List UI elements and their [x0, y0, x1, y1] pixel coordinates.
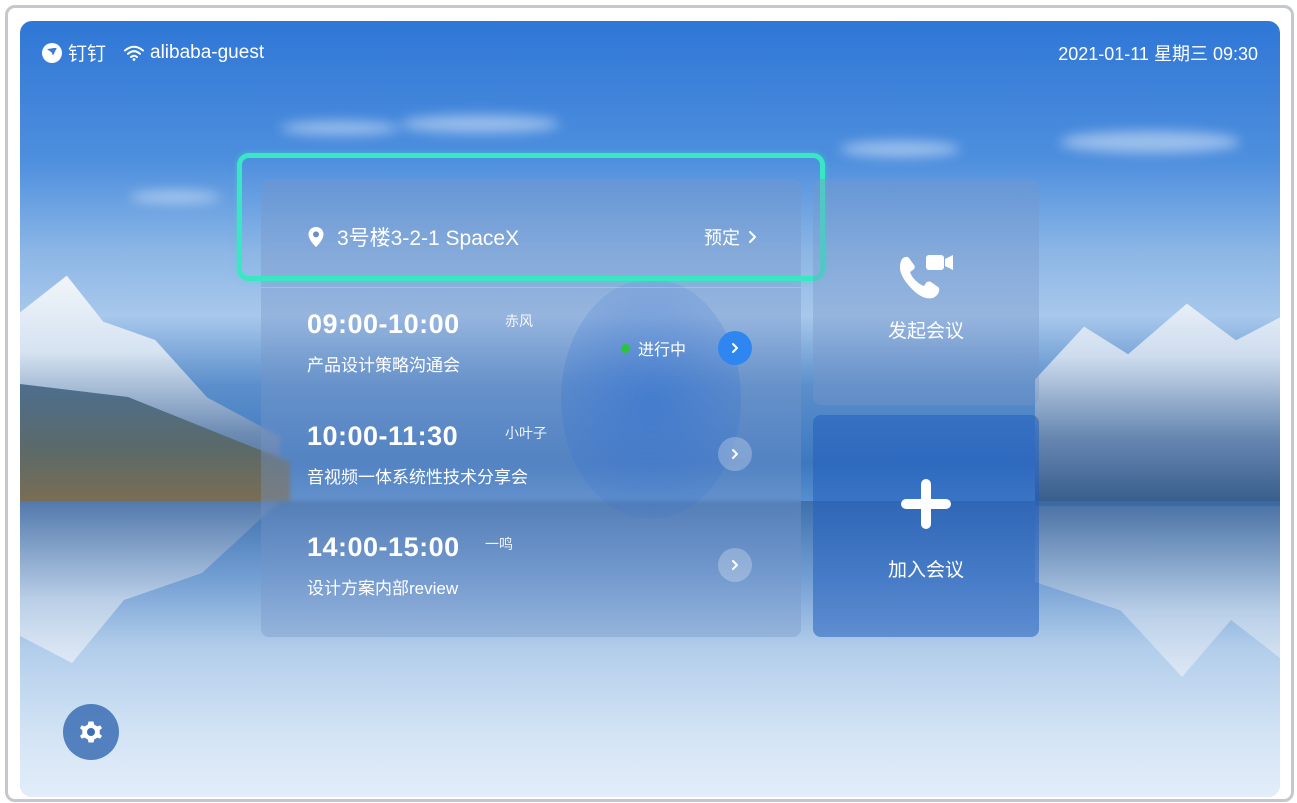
meeting-title: 设计方案内部review — [307, 579, 459, 598]
meeting-item[interactable]: 09:00-10:00 赤风 产品设计策略沟通会 进行中 — [261, 291, 801, 401]
meeting-host: 赤风 — [505, 313, 533, 329]
cloud — [1060, 131, 1240, 153]
settings-button[interactable] — [63, 704, 119, 760]
dingtalk-logo-icon — [42, 42, 62, 63]
enter-meeting-button[interactable] — [718, 437, 752, 471]
video-call-icon — [899, 255, 953, 299]
start-meeting-label: 发起会议 — [887, 321, 964, 342]
status-bar: 钉钉 alibaba-guest 2021-01-11 星期三 09:30 — [20, 21, 1280, 81]
start-meeting-button[interactable]: 发起会议 — [813, 179, 1039, 405]
home-screen: 钉钉 alibaba-guest 2021-01-11 星期三 09:30 3号… — [20, 21, 1280, 797]
brand-label: 钉钉 — [68, 44, 107, 65]
focus-highlight — [237, 153, 825, 281]
network-name: alibaba-guest — [150, 41, 265, 63]
wifi-icon — [124, 45, 145, 61]
enter-meeting-button[interactable] — [718, 548, 752, 582]
join-meeting-label: 加入会议 — [887, 560, 964, 581]
meeting-title: 产品设计策略沟通会 — [307, 356, 460, 375]
live-dot-icon — [621, 343, 630, 353]
meeting-item[interactable]: 10:00-11:30 小叶子 音视频一体系统性技术分享会 — [261, 403, 801, 513]
meeting-time: 14:00-15:00 — [307, 532, 460, 562]
meeting-title: 音视频一体系统性技术分享会 — [307, 468, 528, 487]
meeting-time: 10:00-11:30 — [307, 421, 459, 451]
enter-meeting-button[interactable] — [718, 331, 752, 365]
cloud — [840, 141, 960, 157]
meeting-time: 09:00-10:00 — [307, 309, 460, 339]
mountain-right — [1035, 303, 1280, 506]
cloud — [130, 191, 220, 203]
chevron-right-icon — [732, 449, 738, 459]
gear-icon — [80, 721, 102, 743]
meeting-item[interactable]: 14:00-15:00 一鸣 设计方案内部review — [261, 514, 801, 624]
meeting-host: 一鸣 — [485, 536, 513, 552]
brand: 钉钉 alibaba-guest — [42, 39, 264, 66]
chevron-right-icon — [732, 560, 738, 570]
cloud — [400, 115, 560, 133]
meeting-status-label: 进行中 — [638, 342, 687, 359]
chevron-right-icon — [732, 343, 738, 353]
meeting-host: 小叶子 — [505, 425, 547, 441]
plus-icon — [901, 479, 951, 529]
datetime: 2021-01-11 星期三 09:30 — [1058, 44, 1258, 64]
meeting-status: 进行中 — [621, 336, 686, 360]
join-meeting-button[interactable]: 加入会议 — [813, 415, 1039, 637]
cloud — [280, 121, 400, 135]
